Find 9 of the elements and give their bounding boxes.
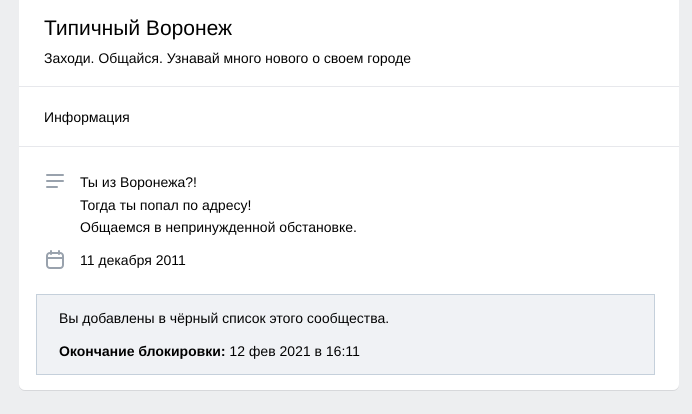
group-status: Заходи. Общайся. Узнавай много нового о своем городе bbox=[44, 49, 412, 68]
founded-date: 11 декабря 2011 bbox=[80, 250, 186, 270]
group-name: Типичный Воронеж bbox=[44, 16, 234, 42]
section-title: Информация bbox=[19, 87, 679, 147]
calendar-icon bbox=[46, 250, 64, 268]
text-lines-icon bbox=[46, 174, 64, 188]
notice-message: Вы добавлены в чёрный список этого сообщества. bbox=[59, 308, 390, 328]
group-description: Ты из Воронежа?! Тогда ты попал по адресу! Общаемся в непринужденной обстановке. bbox=[80, 173, 357, 237]
block-end-text: Окончание блокировки: 12 фев 2021 в 16:11 bbox=[59, 342, 361, 360]
